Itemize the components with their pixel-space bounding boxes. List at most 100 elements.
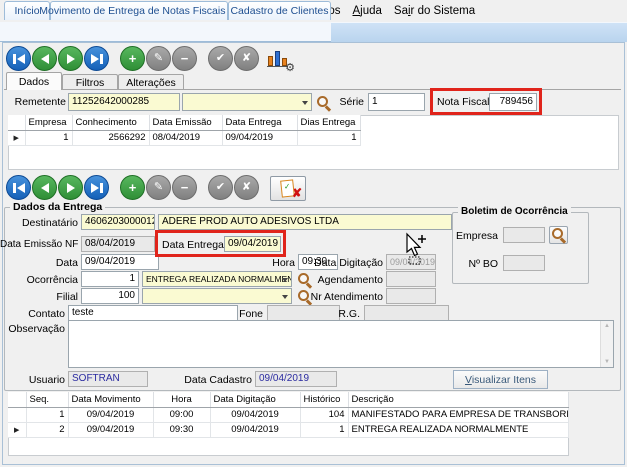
remetente-input[interactable]: 11252642000285 bbox=[68, 93, 180, 111]
contato-label: Contato bbox=[0, 308, 65, 320]
col-data-entrega[interactable]: Data Entrega bbox=[222, 115, 297, 130]
tab-cadastro-clientes[interactable]: Cadastro de Clientes bbox=[228, 1, 331, 20]
prior-record-icon[interactable] bbox=[32, 46, 57, 71]
next-record-icon[interactable] bbox=[58, 46, 83, 71]
last-record-icon[interactable] bbox=[84, 46, 109, 71]
next-triangle bbox=[67, 54, 75, 64]
tab-dados[interactable]: Dados bbox=[6, 72, 62, 90]
selector-header bbox=[8, 392, 26, 407]
entrega-insert-record-icon[interactable]: + bbox=[120, 175, 145, 200]
visualizar-itens-button[interactable]: Visualizar Itens bbox=[453, 370, 548, 389]
menu-sair-do-sistema[interactable]: Sair do Sistema bbox=[388, 3, 481, 19]
plus-glyph: + bbox=[129, 52, 137, 65]
col-data-digitacao[interactable]: Data Digitação bbox=[210, 392, 300, 407]
table-row[interactable]: ▶ 1 2566292 08/04/2019 09/04/2019 1 bbox=[8, 130, 360, 145]
tab-filtros-label: Filtros bbox=[76, 77, 105, 89]
data-digitacao-label: Data Digitação bbox=[308, 257, 383, 269]
filial-combo[interactable] bbox=[142, 288, 292, 304]
visualizar-itens-label: Visualizar Itens bbox=[465, 374, 536, 386]
boletim-ocorrencia-group: Boletim de Ocorrência bbox=[452, 212, 589, 284]
ocorrencia-combo[interactable]: ENTREGA REALIZADA NORMALMENTE bbox=[142, 271, 292, 287]
first-triangle bbox=[17, 54, 25, 64]
first-record-icon[interactable] bbox=[6, 46, 31, 71]
chevron-down-icon bbox=[282, 278, 288, 282]
app-window: Cadastros Movimentações Saídas Utilitári… bbox=[0, 0, 627, 467]
insert-record-icon[interactable]: + bbox=[120, 46, 145, 71]
scroll-up-icon[interactable]: ▲ bbox=[601, 323, 613, 329]
pencil-glyph: ✎ bbox=[154, 182, 163, 193]
table-row[interactable]: 1 09/04/2019 09:00 09/04/2019 104 MANIFE… bbox=[8, 407, 568, 422]
tab-strip-filler bbox=[331, 23, 627, 42]
selected-row-icon: ▶ bbox=[8, 130, 25, 145]
tab-inicio-label: Início bbox=[14, 5, 39, 17]
table-row[interactable]: ▶ 2 09/04/2019 09:30 09/04/2019 1 ENTREG… bbox=[8, 422, 568, 437]
tab-movimento-entrega-label: Movimento de Entrega de Notas Fiscais bbox=[39, 5, 225, 17]
chart-config-icon[interactable]: ⚙ bbox=[266, 47, 293, 71]
selector-header bbox=[8, 115, 25, 130]
observacao-scrollbar[interactable]: ▲ ▼ bbox=[600, 321, 613, 367]
tab-alteracoes[interactable]: Alterações bbox=[118, 74, 184, 90]
data-emissao-nf-label: Data Emissão NF bbox=[0, 239, 78, 250]
tab-dados-label: Dados bbox=[19, 76, 49, 88]
data-input[interactable]: 09/04/2019 bbox=[81, 254, 159, 270]
remetente-combo[interactable] bbox=[182, 93, 312, 111]
observacao-textarea[interactable]: ▲ ▼ bbox=[68, 320, 614, 368]
boletim-empresa-input bbox=[503, 227, 545, 243]
boletim-ocorrencia-title: Boletim de Ocorrência bbox=[458, 206, 571, 217]
col-conhecimento[interactable]: Conhecimento bbox=[72, 115, 149, 130]
data-entrega-input[interactable]: 09/04/2019 bbox=[224, 236, 281, 252]
col-data-emissao[interactable]: Data Emissão bbox=[149, 115, 222, 130]
cancel-delivery-note-icon[interactable]: ✘ bbox=[270, 176, 306, 201]
edit-record-icon[interactable]: ✎ bbox=[146, 46, 171, 71]
entrega-delete-record-icon[interactable]: − bbox=[172, 175, 197, 200]
delete-record-icon[interactable]: − bbox=[172, 46, 197, 71]
search-empresa-button[interactable] bbox=[549, 226, 568, 244]
nota-fiscal-input[interactable]: 789456 bbox=[489, 93, 537, 111]
next-triangle bbox=[67, 183, 75, 193]
entrega-edit-record-icon[interactable]: ✎ bbox=[146, 175, 171, 200]
entrega-first-record-icon[interactable] bbox=[6, 175, 31, 200]
mouse-cursor bbox=[401, 232, 429, 266]
col-descricao[interactable]: Descrição bbox=[348, 392, 568, 407]
entrega-last-record-icon[interactable] bbox=[84, 175, 109, 200]
red-x-glyph: ✘ bbox=[292, 186, 302, 200]
boletim-nbo-label: Nº BO bbox=[456, 258, 498, 270]
col-dias-entrega[interactable]: Dias Entrega bbox=[297, 115, 360, 130]
col-empresa[interactable]: Empresa bbox=[25, 115, 72, 130]
minus-glyph: − bbox=[181, 52, 189, 65]
tab-movimento-entrega[interactable]: Movimento de Entrega de Notas Fiscais × bbox=[50, 1, 228, 20]
serie-input[interactable]: 1 bbox=[368, 93, 425, 111]
last-triangle bbox=[91, 183, 99, 193]
tab-filtros[interactable]: Filtros bbox=[62, 74, 118, 90]
nota-fiscal-label: Nota Fiscal bbox=[437, 96, 487, 108]
cancel-record-icon[interactable]: ✘ bbox=[234, 46, 259, 71]
entrega-post-record-icon[interactable]: ✔ bbox=[208, 175, 233, 200]
movimentos-header-row: Seq. Data Movimento Hora Data Digitação … bbox=[8, 392, 568, 407]
x-glyph: ✘ bbox=[242, 182, 251, 193]
col-historico[interactable]: Histórico bbox=[300, 392, 348, 407]
usuario-input: SOFTRAN bbox=[68, 371, 148, 387]
data-cadastro-input: 09/04/2019 bbox=[255, 371, 337, 387]
destinatario-nome-input[interactable]: ADERE PROD AUTO ADESIVOS LTDA bbox=[158, 214, 452, 230]
col-hora[interactable]: Hora bbox=[153, 392, 210, 407]
post-record-icon[interactable]: ✔ bbox=[208, 46, 233, 71]
entrega-prior-record-icon[interactable] bbox=[32, 175, 57, 200]
ocorrencia-codigo-input[interactable]: 1 bbox=[81, 271, 139, 287]
destinatario-codigo-input[interactable]: 46062030000123 bbox=[81, 214, 155, 230]
col-seq[interactable]: Seq. bbox=[26, 392, 68, 407]
pencil-glyph: ✎ bbox=[154, 53, 163, 64]
filial-codigo-input[interactable]: 100 bbox=[81, 288, 139, 304]
usuario-label: Usuario bbox=[0, 374, 65, 386]
boletim-empresa-label: Empresa bbox=[456, 230, 498, 242]
scroll-down-icon[interactable]: ▼ bbox=[601, 359, 613, 365]
boletim-nbo-input bbox=[503, 255, 545, 271]
menu-ajuda[interactable]: Ajuda bbox=[346, 3, 387, 19]
remetente-label: Remetente bbox=[0, 96, 66, 108]
agendamento-input bbox=[386, 271, 436, 287]
contato-input[interactable]: teste bbox=[68, 305, 238, 321]
col-data-movimento[interactable]: Data Movimento bbox=[68, 392, 153, 407]
first-triangle bbox=[17, 183, 25, 193]
entrega-next-record-icon[interactable] bbox=[58, 175, 83, 200]
entrega-cancel-record-icon[interactable]: ✘ bbox=[234, 175, 259, 200]
data-emissao-nf-input: 08/04/2019 bbox=[81, 236, 155, 252]
